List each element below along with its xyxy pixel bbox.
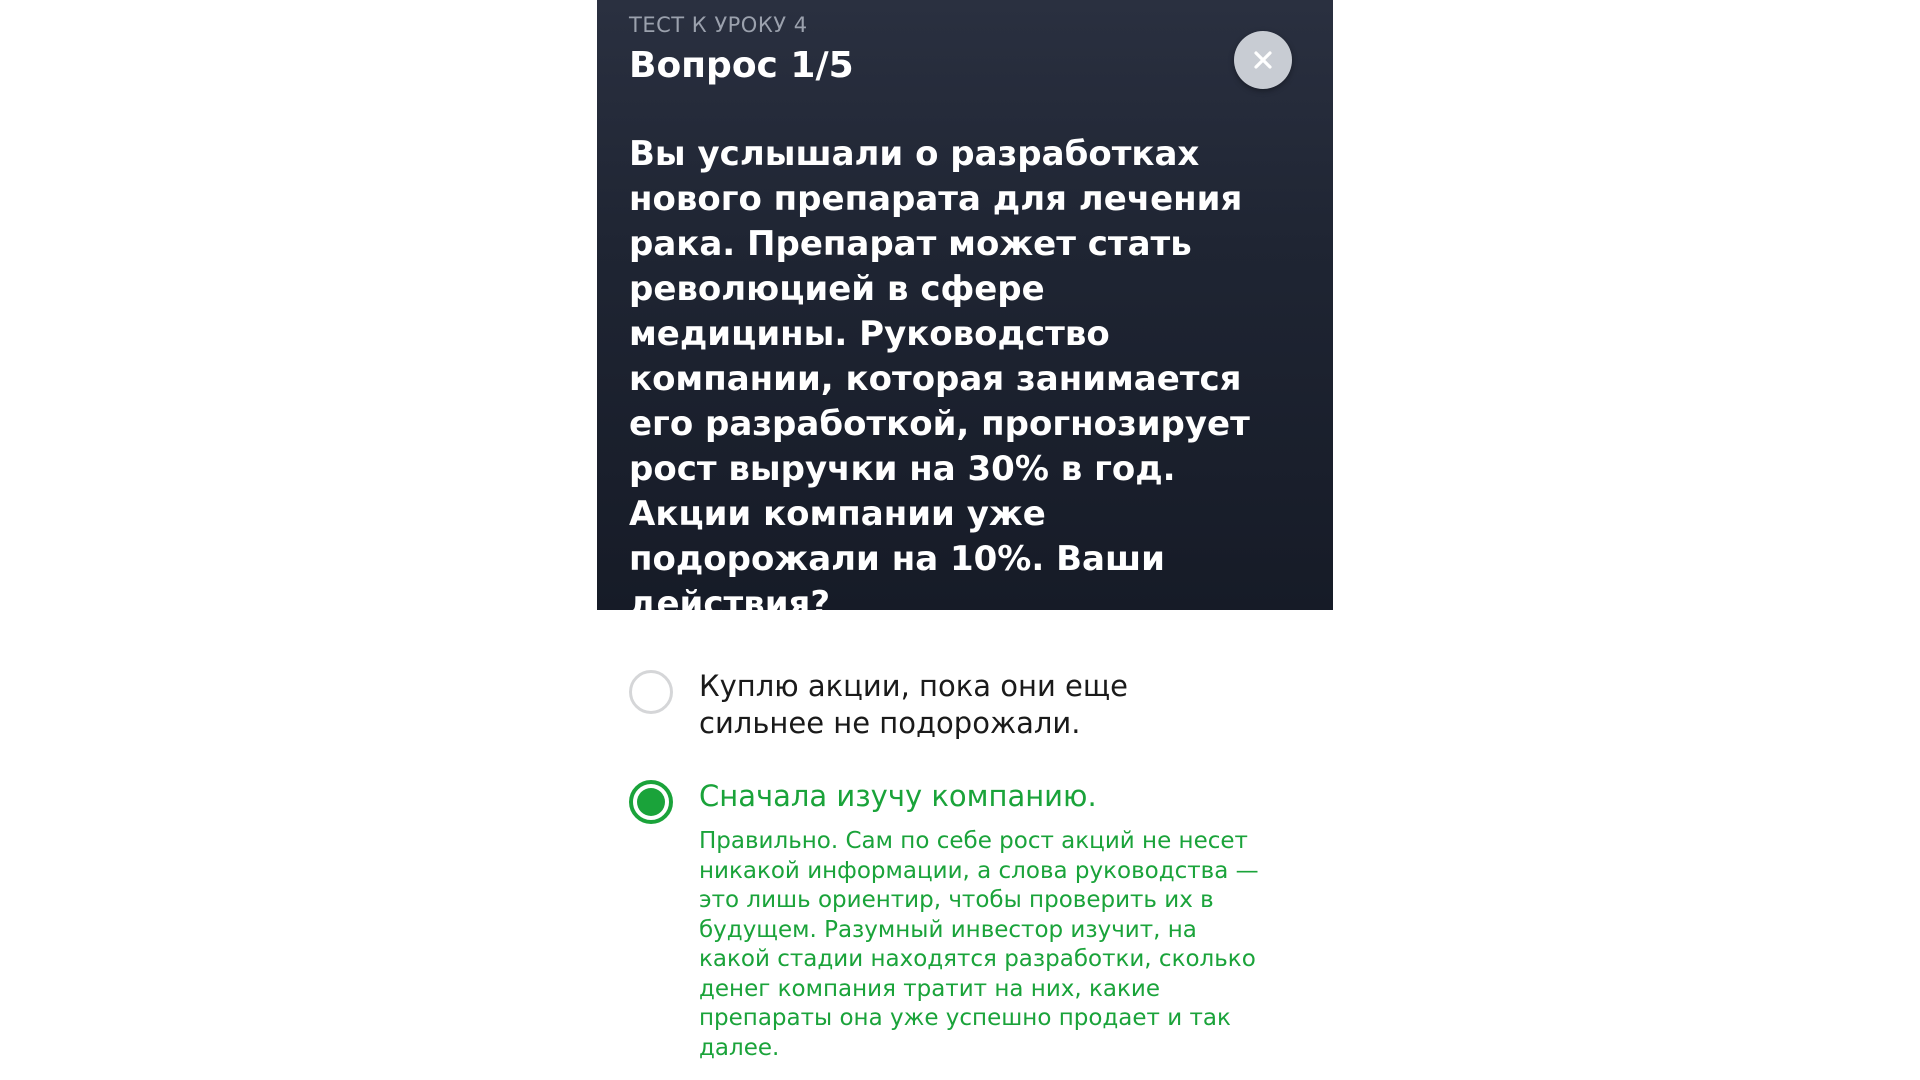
- answer-option-body: Сначала изучу компанию. Правильно. Сам п…: [699, 778, 1259, 1063]
- answer-feedback: Правильно. Сам по себе рост акций не нес…: [699, 828, 1259, 1061]
- quiz-header: ТЕСТ К УРОКУ 4 Вопрос 1/5 Вы услышали о …: [597, 0, 1333, 624]
- close-button[interactable]: [1234, 31, 1292, 89]
- answer-option-body: Куплю акции, пока они еще сильнее не под…: [699, 668, 1259, 742]
- close-icon: [1254, 51, 1272, 69]
- radio-dot: [637, 788, 665, 816]
- answer-option-research[interactable]: Сначала изучу компанию. Правильно. Сам п…: [597, 778, 1333, 1063]
- answer-options: Куплю акции, пока они еще сильнее не под…: [597, 610, 1333, 1063]
- answer-option-label: Куплю акции, пока они еще сильнее не под…: [699, 669, 1129, 740]
- answer-option-label: Сначала изучу компанию.: [699, 779, 1097, 813]
- radio-unchecked[interactable]: [629, 670, 673, 714]
- answer-option-buy[interactable]: Куплю акции, пока они еще сильнее не под…: [597, 668, 1333, 742]
- question-text: Вы услышали о разработках нового препара…: [629, 134, 1250, 624]
- quiz-subtitle: ТЕСТ К УРОКУ 4: [629, 13, 808, 37]
- quiz-screen: ТЕСТ К УРОКУ 4 Вопрос 1/5 Вы услышали о …: [597, 0, 1333, 1080]
- question-counter: Вопрос 1/5: [629, 45, 854, 86]
- radio-checked[interactable]: [629, 780, 673, 824]
